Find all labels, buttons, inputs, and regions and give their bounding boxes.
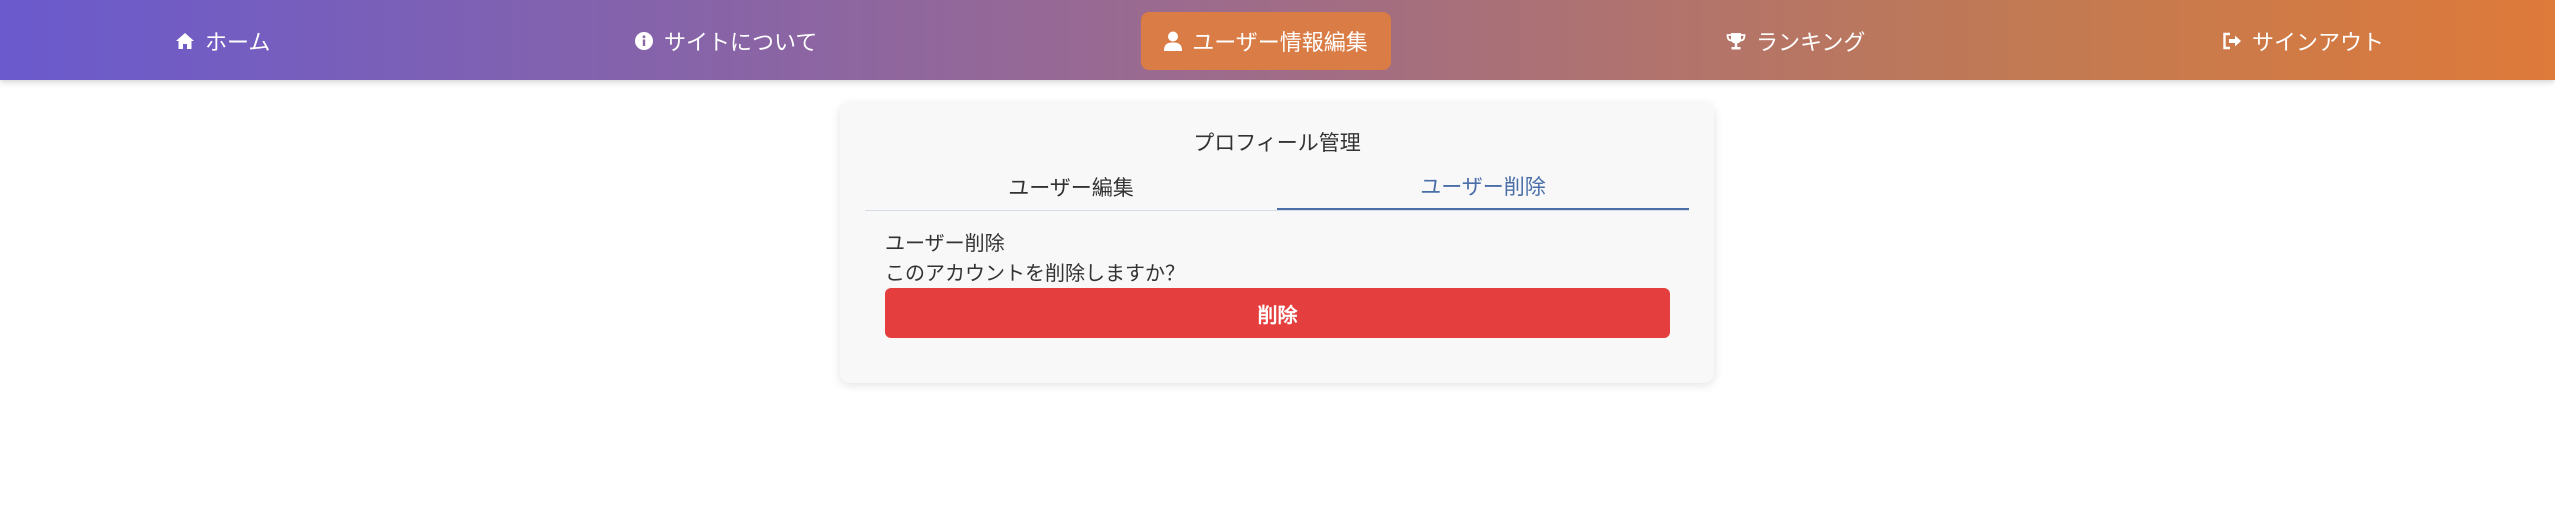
- nav-profile-label: ユーザー情報編集: [1192, 31, 1368, 56]
- nav-profile[interactable]: ユーザー情報編集: [1141, 12, 1391, 70]
- user-icon: [1164, 31, 1183, 51]
- delete-confirm-text: このアカウントを削除しますか？: [885, 261, 1185, 285]
- nav-ranking-label: ランキング: [1756, 31, 1866, 56]
- nav-home-label: ホーム: [205, 31, 271, 56]
- trophy-icon: [1726, 31, 1746, 51]
- info-icon: [634, 31, 654, 51]
- tab-user-edit[interactable]: ユーザー編集: [865, 163, 1277, 210]
- top-navbar: ホーム サイトについて ユーザー情報編集 ランキング サインアウト: [0, 0, 2555, 80]
- nav-signout-label: サインアウト: [2252, 31, 2385, 56]
- nav-about[interactable]: サイトについて: [634, 12, 817, 70]
- nav-about-label: サイトについて: [664, 31, 818, 56]
- sign-out-icon: [2222, 32, 2242, 50]
- nav-home[interactable]: ホーム: [175, 12, 270, 70]
- card-title: プロフィール管理: [1193, 131, 1361, 155]
- delete-button[interactable]: 削除: [885, 288, 1670, 338]
- tab-bar: ユーザー編集 ユーザー削除: [865, 163, 1689, 211]
- home-icon: [175, 32, 195, 50]
- profile-card: プロフィール管理 ユーザー編集 ユーザー削除 ユーザー削除 このアカウントを削除…: [840, 103, 1714, 383]
- section-heading: ユーザー削除: [885, 231, 1005, 255]
- nav-signout[interactable]: サインアウト: [2222, 12, 2384, 70]
- tab-user-delete[interactable]: ユーザー削除: [1277, 163, 1689, 210]
- nav-ranking[interactable]: ランキング: [1726, 12, 1865, 70]
